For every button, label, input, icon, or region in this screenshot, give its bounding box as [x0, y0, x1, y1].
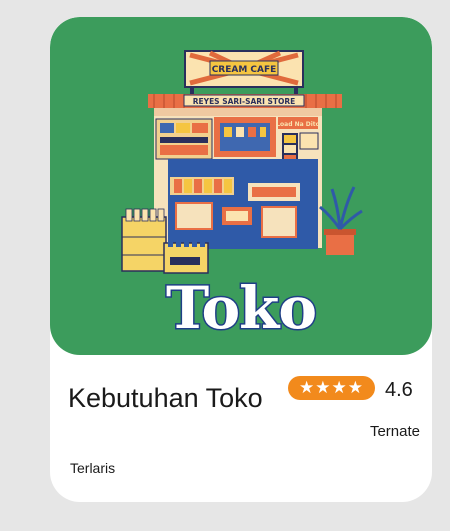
toko-logo-text: Toko: [164, 274, 318, 342]
rating-badge: ★★★★: [288, 376, 375, 400]
store-illustration: CREAM CAFE REYES SARI-SARI STORE Load Na…: [50, 17, 432, 355]
rating-value: 4.6: [385, 379, 413, 401]
star-icon: ★★★★: [299, 378, 364, 398]
product-title: Kebutuhan Toko: [68, 383, 263, 413]
bestseller-label: Terlaris: [70, 460, 116, 476]
location-label: Ternate: [369, 423, 420, 440]
sign-store-name: REYES SARI-SARI STORE: [193, 97, 296, 106]
sign-cream-cafe: CREAM CAFE: [212, 65, 277, 75]
product-card[interactable]: CREAM CAFE REYES SARI-SARI STORE Load Na…: [50, 17, 432, 502]
sign-load: Load Na Dito: [276, 121, 320, 128]
